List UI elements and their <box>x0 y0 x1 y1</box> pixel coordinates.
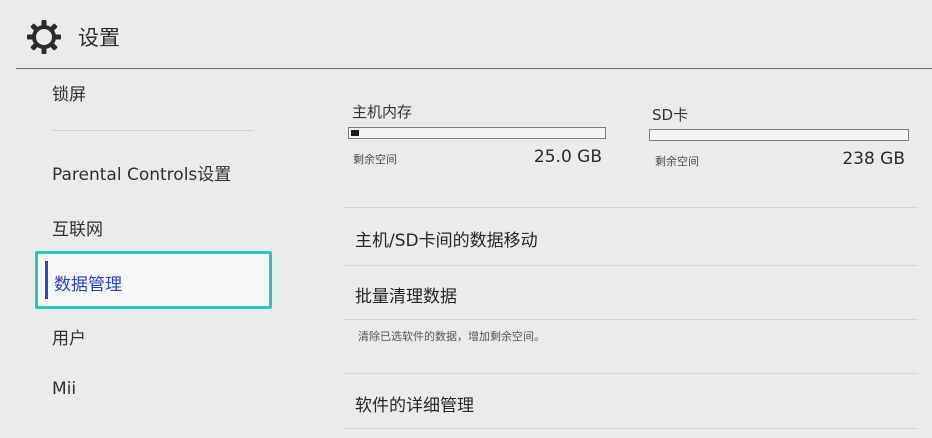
menu-divider <box>344 373 918 374</box>
selection-indicator <box>45 261 48 299</box>
sidebar-item-label: 数据管理 <box>54 275 122 295</box>
sidebar-item-users[interactable]: 用户 <box>52 324 86 349</box>
bulk-delete-data-button[interactable]: 批量清理数据 <box>355 282 457 307</box>
sidebar-item-data-management[interactable]: 数据管理 <box>35 251 272 309</box>
sd-card-usage-bar <box>649 129 909 141</box>
sidebar-divider <box>52 130 254 131</box>
sd-card-label: SD卡 <box>652 106 689 124</box>
gear-icon <box>27 20 61 54</box>
menu-divider <box>344 207 918 208</box>
system-free-space-value: 25.0 GB <box>533 147 602 167</box>
header: 设置 <box>0 0 932 68</box>
move-data-between-system-sd-button[interactable]: 主机/SD卡间的数据移动 <box>355 226 538 251</box>
system-memory-usage-fill <box>351 130 359 136</box>
sidebar-item-mii[interactable]: Mii <box>52 379 76 399</box>
software-detail-management-button[interactable]: 软件的详细管理 <box>355 391 474 416</box>
system-memory-usage-bar <box>348 127 606 139</box>
menu-divider <box>344 319 918 320</box>
sidebar-item-lock-screen[interactable]: 锁屏 <box>52 80 86 105</box>
sd-free-space-value: 238 GB <box>842 149 905 169</box>
sidebar-item-parental-controls[interactable]: Parental Controls设置 <box>52 160 231 185</box>
system-memory-label: 主机内存 <box>352 103 413 121</box>
bulk-delete-description: 清除已选软件的数据，增加剩余空间。 <box>358 330 545 343</box>
menu-divider <box>344 428 918 429</box>
sd-free-space-label: 剩余空间 <box>655 155 699 168</box>
sidebar-item-internet[interactable]: 互联网 <box>52 215 103 240</box>
menu-divider <box>344 265 918 266</box>
page-title: 设置 <box>78 26 120 50</box>
header-divider <box>16 68 932 69</box>
system-free-space-label: 剩余空间 <box>353 153 397 166</box>
